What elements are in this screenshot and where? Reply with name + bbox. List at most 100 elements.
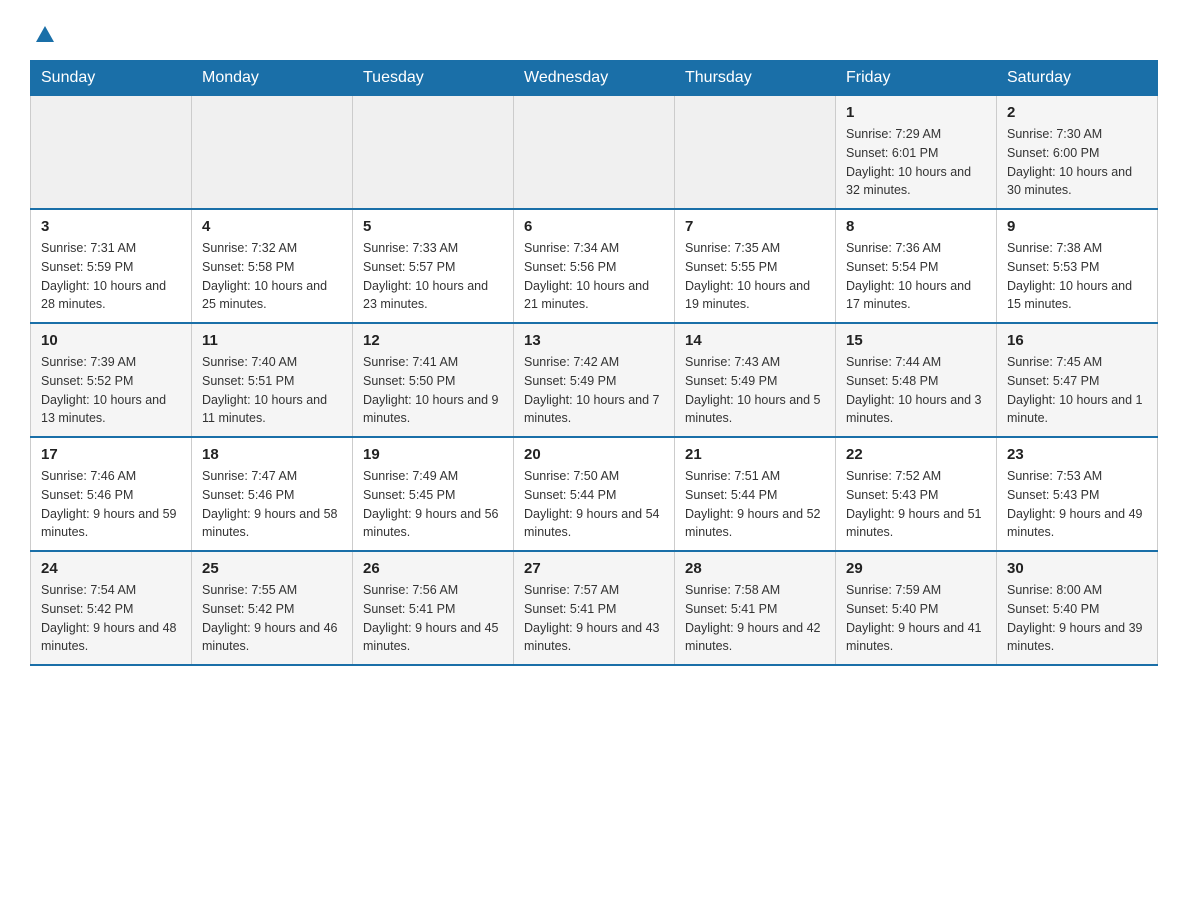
day-info: Sunrise: 7:43 AMSunset: 5:49 PMDaylight:… <box>685 353 825 428</box>
calendar-cell <box>353 96 514 210</box>
day-number: 18 <box>202 446 342 463</box>
day-info: Sunrise: 7:57 AMSunset: 5:41 PMDaylight:… <box>524 581 664 656</box>
day-info: Sunrise: 7:32 AMSunset: 5:58 PMDaylight:… <box>202 239 342 314</box>
calendar-cell: 26 Sunrise: 7:56 AMSunset: 5:41 PMDayligh… <box>353 551 514 665</box>
calendar-cell: 1 Sunrise: 7:29 AMSunset: 6:01 PMDaylight… <box>836 96 997 210</box>
day-info: Sunrise: 7:56 AMSunset: 5:41 PMDaylight:… <box>363 581 503 656</box>
day-info: Sunrise: 7:51 AMSunset: 5:44 PMDaylight:… <box>685 467 825 542</box>
day-number: 4 <box>202 218 342 235</box>
day-info: Sunrise: 7:30 AMSunset: 6:00 PMDaylight:… <box>1007 125 1147 200</box>
day-info: Sunrise: 7:46 AMSunset: 5:46 PMDaylight:… <box>41 467 181 542</box>
day-info: Sunrise: 7:52 AMSunset: 5:43 PMDaylight:… <box>846 467 986 542</box>
calendar-cell <box>675 96 836 210</box>
day-number: 21 <box>685 446 825 463</box>
day-number: 5 <box>363 218 503 235</box>
day-number: 24 <box>41 560 181 577</box>
day-number: 26 <box>363 560 503 577</box>
weekday-header-saturday: Saturday <box>997 61 1158 96</box>
day-info: Sunrise: 7:34 AMSunset: 5:56 PMDaylight:… <box>524 239 664 314</box>
day-info: Sunrise: 7:39 AMSunset: 5:52 PMDaylight:… <box>41 353 181 428</box>
day-number: 15 <box>846 332 986 349</box>
calendar-cell: 18 Sunrise: 7:47 AMSunset: 5:46 PMDayligh… <box>192 437 353 551</box>
day-info: Sunrise: 7:49 AMSunset: 5:45 PMDaylight:… <box>363 467 503 542</box>
day-info: Sunrise: 7:55 AMSunset: 5:42 PMDaylight:… <box>202 581 342 656</box>
day-info: Sunrise: 7:33 AMSunset: 5:57 PMDaylight:… <box>363 239 503 314</box>
day-info: Sunrise: 7:47 AMSunset: 5:46 PMDaylight:… <box>202 467 342 542</box>
calendar-cell: 30Sunrise: 8:00 AMSunset: 5:40 PMDayligh… <box>997 551 1158 665</box>
calendar-cell <box>514 96 675 210</box>
calendar-cell: 11 Sunrise: 7:40 AMSunset: 5:51 PMDayligh… <box>192 323 353 437</box>
calendar-header: SundayMondayTuesdayWednesdayThursdayFrid… <box>31 61 1158 96</box>
day-info: Sunrise: 7:59 AMSunset: 5:40 PMDaylight:… <box>846 581 986 656</box>
calendar-cell: 28 Sunrise: 7:58 AMSunset: 5:41 PMDayligh… <box>675 551 836 665</box>
day-info: Sunrise: 7:29 AMSunset: 6:01 PMDaylight:… <box>846 125 986 200</box>
page-header <box>30 20 1158 40</box>
calendar-week-3: 10 Sunrise: 7:39 AMSunset: 5:52 PMDayligh… <box>31 323 1158 437</box>
calendar-cell: 6 Sunrise: 7:34 AMSunset: 5:56 PMDaylight… <box>514 209 675 323</box>
calendar-cell: 7 Sunrise: 7:35 AMSunset: 5:55 PMDaylight… <box>675 209 836 323</box>
day-info: Sunrise: 7:53 AMSunset: 5:43 PMDaylight:… <box>1007 467 1147 542</box>
day-number: 22 <box>846 446 986 463</box>
day-number: 19 <box>363 446 503 463</box>
calendar-cell: 20Sunrise: 7:50 AMSunset: 5:44 PMDayligh… <box>514 437 675 551</box>
calendar-cell: 5 Sunrise: 7:33 AMSunset: 5:57 PMDaylight… <box>353 209 514 323</box>
weekday-header-row: SundayMondayTuesdayWednesdayThursdayFrid… <box>31 61 1158 96</box>
calendar-cell: 24 Sunrise: 7:54 AMSunset: 5:42 PMDayligh… <box>31 551 192 665</box>
day-number: 6 <box>524 218 664 235</box>
day-number: 10 <box>41 332 181 349</box>
weekday-header-sunday: Sunday <box>31 61 192 96</box>
calendar-table: SundayMondayTuesdayWednesdayThursdayFrid… <box>30 60 1158 666</box>
day-info: Sunrise: 7:45 AMSunset: 5:47 PMDaylight:… <box>1007 353 1147 428</box>
day-info: Sunrise: 7:44 AMSunset: 5:48 PMDaylight:… <box>846 353 986 428</box>
calendar-week-2: 3 Sunrise: 7:31 AMSunset: 5:59 PMDaylight… <box>31 209 1158 323</box>
calendar-week-1: 1 Sunrise: 7:29 AMSunset: 6:01 PMDaylight… <box>31 96 1158 210</box>
day-number: 28 <box>685 560 825 577</box>
calendar-cell <box>31 96 192 210</box>
day-info: Sunrise: 7:35 AMSunset: 5:55 PMDaylight:… <box>685 239 825 314</box>
weekday-header-thursday: Thursday <box>675 61 836 96</box>
day-number: 27 <box>524 560 664 577</box>
calendar-week-5: 24 Sunrise: 7:54 AMSunset: 5:42 PMDayligh… <box>31 551 1158 665</box>
logo <box>30 20 58 40</box>
calendar-cell <box>192 96 353 210</box>
day-info: Sunrise: 7:31 AMSunset: 5:59 PMDaylight:… <box>41 239 181 314</box>
weekday-header-wednesday: Wednesday <box>514 61 675 96</box>
calendar-cell: 13Sunrise: 7:42 AMSunset: 5:49 PMDayligh… <box>514 323 675 437</box>
day-info: Sunrise: 7:58 AMSunset: 5:41 PMDaylight:… <box>685 581 825 656</box>
weekday-header-tuesday: Tuesday <box>353 61 514 96</box>
calendar-cell: 29Sunrise: 7:59 AMSunset: 5:40 PMDayligh… <box>836 551 997 665</box>
calendar-cell: 22 Sunrise: 7:52 AMSunset: 5:43 PMDayligh… <box>836 437 997 551</box>
day-number: 14 <box>685 332 825 349</box>
calendar-cell: 9 Sunrise: 7:38 AMSunset: 5:53 PMDaylight… <box>997 209 1158 323</box>
day-number: 16 <box>1007 332 1147 349</box>
day-info: Sunrise: 7:40 AMSunset: 5:51 PMDaylight:… <box>202 353 342 428</box>
day-number: 17 <box>41 446 181 463</box>
calendar-cell: 17 Sunrise: 7:46 AMSunset: 5:46 PMDayligh… <box>31 437 192 551</box>
calendar-cell: 2 Sunrise: 7:30 AMSunset: 6:00 PMDaylight… <box>997 96 1158 210</box>
day-number: 2 <box>1007 104 1147 121</box>
calendar-cell: 15 Sunrise: 7:44 AMSunset: 5:48 PMDayligh… <box>836 323 997 437</box>
calendar-body: 1 Sunrise: 7:29 AMSunset: 6:01 PMDaylight… <box>31 96 1158 666</box>
calendar-cell: 25 Sunrise: 7:55 AMSunset: 5:42 PMDayligh… <box>192 551 353 665</box>
day-number: 9 <box>1007 218 1147 235</box>
day-number: 7 <box>685 218 825 235</box>
day-number: 12 <box>363 332 503 349</box>
calendar-cell: 27 Sunrise: 7:57 AMSunset: 5:41 PMDayligh… <box>514 551 675 665</box>
calendar-cell: 21 Sunrise: 7:51 AMSunset: 5:44 PMDayligh… <box>675 437 836 551</box>
day-info: Sunrise: 7:50 AMSunset: 5:44 PMDaylight:… <box>524 467 664 542</box>
day-info: Sunrise: 7:38 AMSunset: 5:53 PMDaylight:… <box>1007 239 1147 314</box>
day-info: Sunrise: 7:42 AMSunset: 5:49 PMDaylight:… <box>524 353 664 428</box>
logo-triangle-icon <box>32 20 58 46</box>
day-number: 8 <box>846 218 986 235</box>
day-number: 11 <box>202 332 342 349</box>
calendar-cell: 4 Sunrise: 7:32 AMSunset: 5:58 PMDaylight… <box>192 209 353 323</box>
day-number: 25 <box>202 560 342 577</box>
calendar-cell: 19 Sunrise: 7:49 AMSunset: 5:45 PMDayligh… <box>353 437 514 551</box>
day-info: Sunrise: 7:54 AMSunset: 5:42 PMDaylight:… <box>41 581 181 656</box>
calendar-cell: 16 Sunrise: 7:45 AMSunset: 5:47 PMDayligh… <box>997 323 1158 437</box>
day-info: Sunrise: 8:00 AMSunset: 5:40 PMDaylight:… <box>1007 581 1147 656</box>
calendar-cell: 23Sunrise: 7:53 AMSunset: 5:43 PMDayligh… <box>997 437 1158 551</box>
weekday-header-monday: Monday <box>192 61 353 96</box>
day-number: 3 <box>41 218 181 235</box>
day-number: 1 <box>846 104 986 121</box>
